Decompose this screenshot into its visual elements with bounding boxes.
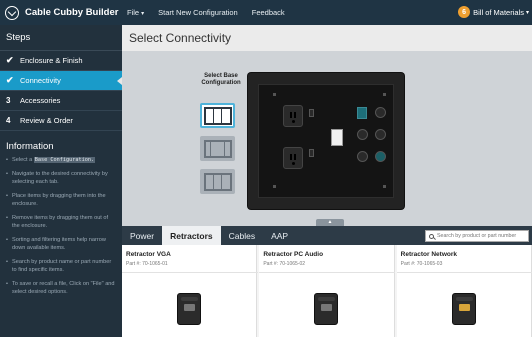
bill-of-materials-button[interactable]: 6 Bill of Materials ▾ (458, 6, 529, 18)
info-item: Sorting and filtering items help narrow … (6, 236, 116, 252)
product-part-number: Part #: 70-1065-01 (126, 261, 168, 267)
tab-power[interactable]: Power (122, 226, 162, 245)
three-slot-icon (203, 106, 232, 125)
search-input[interactable] (437, 233, 528, 239)
retractor-network-icon (451, 293, 476, 325)
page-title: Select Connectivity (122, 25, 532, 51)
product-grid: Retractor VGA Part #: 70-1065-01 Retract… (122, 245, 532, 337)
retractor-port-icon[interactable] (375, 151, 386, 162)
info-code: Base Configuration. (33, 157, 96, 163)
info-item: Select a Base Configuration. (6, 156, 116, 164)
usb-port-icon (309, 149, 314, 157)
step-accessories[interactable]: 3 Accessories (0, 91, 122, 111)
power-outlet-icon[interactable] (283, 105, 303, 127)
search-icon (429, 233, 434, 239)
product-name: Retractor Network (400, 251, 458, 258)
retractor-audio-icon (314, 293, 339, 325)
info-item: Navigate to the desired connectivity by … (6, 170, 116, 186)
product-name: Retractor VGA (126, 251, 171, 258)
collapse-panel-button[interactable]: ▲ (316, 219, 344, 226)
info-item: Search by product name or part number to… (6, 258, 116, 274)
steps-title: Steps (0, 25, 122, 51)
bom-label: Bill of Materials (473, 7, 524, 17)
two-slot-icon (203, 139, 232, 158)
sidebar: Steps ✔ Enclosure & Finish ✔ Connectivit… (0, 25, 122, 337)
info-item: Place items by dragging them into the en… (6, 192, 116, 208)
top-bar: Cable Cubby Builder File ▾ Start New Conf… (0, 0, 532, 25)
step-review-order[interactable]: 4 Review & Order (0, 111, 122, 131)
app-title: Cable Cubby Builder (25, 7, 119, 18)
step-label: Accessories (20, 96, 61, 105)
check-icon: ✔ (6, 55, 14, 65)
enclosure-preview[interactable] (248, 73, 404, 209)
product-search (425, 230, 529, 242)
chevron-down-icon: ▾ (525, 9, 529, 16)
network-port-icon[interactable] (357, 107, 367, 119)
retractor-vga-icon (177, 293, 201, 325)
product-card-retractor-vga[interactable]: Retractor VGA Part #: 70-1065-01 (122, 245, 258, 337)
step-label: Review & Order (20, 116, 73, 125)
main-menu: File ▾ Start New Configuration Feedback (127, 8, 299, 17)
check-icon: ✔ (6, 75, 14, 85)
step-number: 3 (6, 96, 11, 105)
retractor-port-icon[interactable] (357, 151, 368, 162)
step-enclosure-finish[interactable]: ✔ Enclosure & Finish (0, 51, 122, 71)
step-label: Connectivity (20, 76, 61, 85)
chevron-up-icon: ▲ (327, 219, 333, 225)
audio-port-icon[interactable] (375, 107, 386, 118)
product-tabs: Power Retractors Cables AAP (122, 226, 532, 245)
base-config-option-1[interactable] (200, 103, 235, 128)
step-connectivity[interactable]: ✔ Connectivity (0, 71, 122, 91)
menu-feedback[interactable]: Feedback (252, 8, 285, 17)
product-name: Retractor PC Audio (263, 251, 324, 258)
product-part-number: Part #: 70-1065-03 (400, 261, 443, 267)
step-label: Enclosure & Finish (20, 56, 83, 65)
three-slot-icon (203, 172, 232, 191)
product-part-number: Part #: 70-1065-02 (263, 261, 306, 267)
information-list: Select a Base Configuration. Navigate to… (0, 152, 122, 296)
audio-port-icon[interactable] (375, 129, 386, 140)
app-logo-icon (5, 5, 19, 20)
tab-retractors[interactable]: Retractors (162, 226, 221, 245)
power-outlet-icon[interactable] (283, 147, 303, 169)
product-card-retractor-pc-audio[interactable]: Retractor PC Audio Part #: 70-1065-02 (259, 245, 396, 337)
product-card-retractor-network[interactable]: Retractor Network Part #: 70-1065-03 (396, 245, 532, 337)
menu-file[interactable]: File ▾ (127, 8, 144, 17)
enclosure-interior (258, 84, 394, 198)
step-number: 4 (6, 116, 11, 125)
blank-insert[interactable] (331, 129, 343, 146)
tab-aap[interactable]: AAP (263, 226, 296, 245)
menu-start-new-configuration[interactable]: Start New Configuration (158, 8, 238, 17)
chevron-down-icon: ▾ (141, 11, 145, 17)
usb-port-icon (309, 109, 314, 117)
config-label: Select Base Configuration (201, 73, 241, 86)
base-config-option-2[interactable] (200, 136, 235, 161)
base-config-option-3[interactable] (200, 169, 235, 194)
info-item: Remove items by dragging them out of the… (6, 214, 116, 230)
info-item: To save or recall a file, Click on "File… (6, 280, 116, 296)
information-title: Information (6, 141, 54, 152)
vga-port-icon[interactable] (357, 129, 368, 140)
workspace: Select Base Configuration ▲ (122, 51, 532, 226)
bom-count-badge: 6 (458, 6, 471, 18)
tab-cables[interactable]: Cables (221, 226, 263, 245)
